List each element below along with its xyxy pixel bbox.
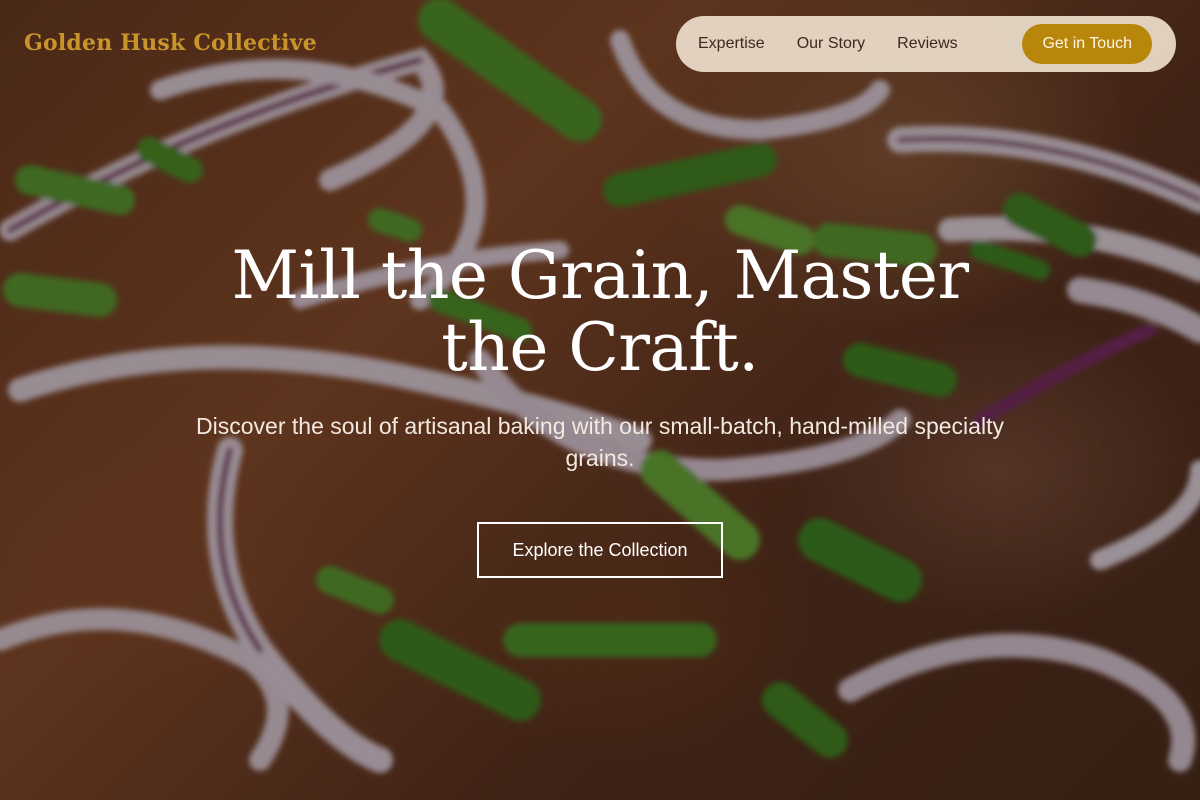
top-navigation: Expertise Our Story Reviews Get in Touch xyxy=(676,16,1176,72)
hero-title: Mill the Grain, Master the Craft. xyxy=(231,237,969,386)
explore-collection-button[interactable]: Explore the Collection xyxy=(477,522,723,578)
nav-link-our-story[interactable]: Our Story xyxy=(797,35,865,53)
get-in-touch-button[interactable]: Get in Touch xyxy=(1022,24,1152,64)
hero-section: Mill the Grain, Master the Craft. Discov… xyxy=(0,240,1200,578)
brand-logo[interactable]: Golden Husk Collective xyxy=(24,30,317,56)
nav-link-reviews[interactable]: Reviews xyxy=(897,35,957,53)
nav-link-expertise[interactable]: Expertise xyxy=(698,35,765,53)
hero-subtitle: Discover the soul of artisanal baking wi… xyxy=(196,413,1004,471)
